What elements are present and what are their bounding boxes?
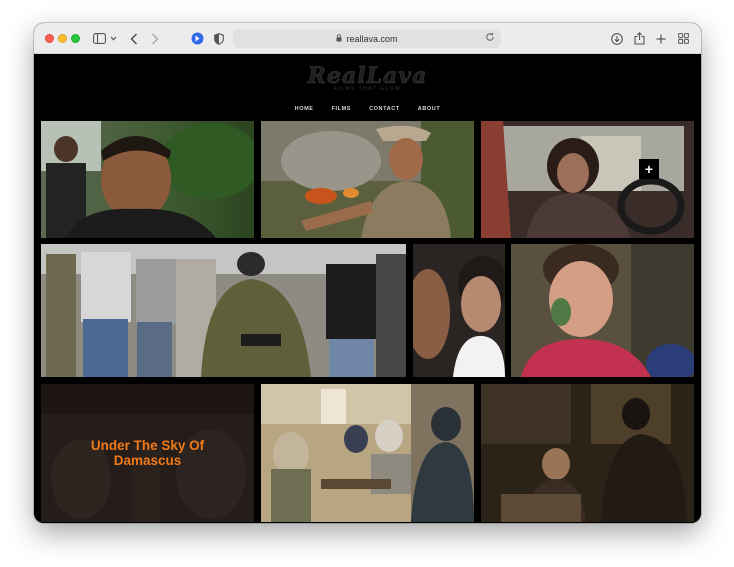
film-tile-women-classroom[interactable] [261, 384, 474, 522]
logo-tagline: FILMS THAT GLOW [333, 86, 402, 92]
film-tile-girls-in-dark-room[interactable] [481, 384, 694, 522]
browser-toolbar: reallava.com [34, 23, 701, 54]
film-tile-boy-portrait[interactable] [41, 121, 254, 238]
lock-icon [336, 33, 342, 44]
main-nav: HOME FILMS CONTACT ABOUT [34, 106, 701, 112]
logo-title: RealLava [307, 63, 428, 89]
forward-icon[interactable] [150, 31, 160, 46]
extension-icon[interactable] [190, 31, 204, 46]
film-tile-boy-profile[interactable] [413, 244, 505, 377]
url-text: reallava.com [346, 33, 398, 44]
site-logo[interactable]: RealLava FILMS THAT GLOW [34, 64, 701, 92]
browser-window: reallava.com RealLava FILMS THAT GLOW HO… [34, 23, 701, 523]
sidebar-icon[interactable] [92, 31, 106, 46]
plus-icon[interactable]: + [639, 159, 659, 179]
shield-icon[interactable] [213, 31, 225, 46]
share-icon[interactable] [633, 31, 645, 46]
nav-contact[interactable]: CONTACT [369, 106, 400, 112]
download-icon[interactable] [610, 31, 623, 46]
film-tile-under-the-sky-of-damascus[interactable]: Under The Sky Of Damascus [41, 384, 254, 522]
reload-icon[interactable] [485, 32, 495, 44]
chevron-down-icon[interactable] [109, 31, 117, 46]
close-window-button[interactable] [45, 34, 54, 43]
film-tile-man-with-hat[interactable] [261, 121, 474, 238]
minimize-window-button[interactable] [58, 34, 67, 43]
film-tile-woman-driving[interactable]: + [481, 121, 694, 238]
nav-films[interactable]: FILMS [332, 106, 352, 112]
nav-home[interactable]: HOME [295, 106, 314, 112]
nav-about[interactable]: ABOUT [418, 106, 441, 112]
webpage: RealLava FILMS THAT GLOW HOME FILMS CONT… [34, 54, 701, 523]
zoom-window-button[interactable] [71, 34, 80, 43]
address-bar[interactable]: reallava.com [233, 29, 501, 48]
back-icon[interactable] [129, 31, 139, 46]
film-tile-crowd-soldiers[interactable] [41, 244, 406, 377]
new-tab-icon[interactable] [655, 31, 667, 46]
tab-overview-icon[interactable] [677, 31, 689, 46]
film-tile-girl-painted-face[interactable] [511, 244, 694, 377]
film-title-caption: Under The Sky Of Damascus [90, 438, 205, 468]
